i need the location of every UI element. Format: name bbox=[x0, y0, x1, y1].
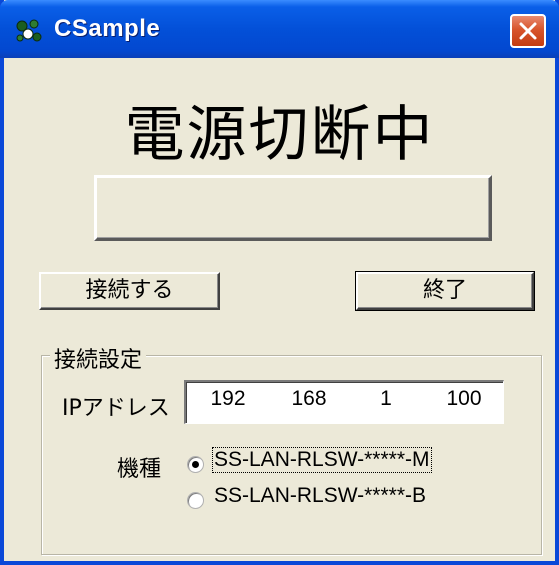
close-icon bbox=[519, 22, 537, 40]
model-m-radio-label[interactable]: SS-LAN-RLSW-*****-M bbox=[212, 447, 432, 473]
window-title: CSample bbox=[54, 15, 161, 42]
connect-button[interactable]: 接続する bbox=[39, 272, 220, 310]
model-b-radio[interactable] bbox=[187, 492, 204, 509]
connection-settings-title: 接続設定 bbox=[50, 342, 147, 374]
model-b-radio-label[interactable]: SS-LAN-RLSW-*****-B bbox=[213, 484, 427, 508]
power-status-text: 電源切断中 bbox=[124, 100, 435, 170]
app-icon bbox=[16, 19, 42, 42]
radio-selected-dot bbox=[192, 461, 199, 468]
ip-octet-2[interactable]: 168 bbox=[279, 387, 339, 411]
title-bar[interactable]: CSample bbox=[0, 0, 559, 58]
ip-octet-3[interactable]: 1 bbox=[356, 387, 416, 411]
main-window: CSample 電源切断中 接続する 終了 接続設定 IPアドレス 192 16… bbox=[0, 0, 559, 565]
model-label: 機種 bbox=[117, 457, 162, 482]
ip-octet-1[interactable]: 192 bbox=[198, 387, 258, 411]
ip-address-field[interactable]: 192 168 1 100 bbox=[184, 380, 504, 424]
status-indicator-box bbox=[94, 175, 492, 241]
client-area: 電源切断中 接続する 終了 接続設定 IPアドレス 192 168 1 100 … bbox=[4, 58, 555, 561]
ip-octet-4[interactable]: 100 bbox=[434, 387, 494, 411]
model-m-radio[interactable] bbox=[187, 456, 204, 473]
ip-address-label: IPアドレス bbox=[62, 396, 170, 421]
exit-button[interactable]: 終了 bbox=[355, 271, 535, 311]
close-button[interactable] bbox=[510, 14, 546, 48]
